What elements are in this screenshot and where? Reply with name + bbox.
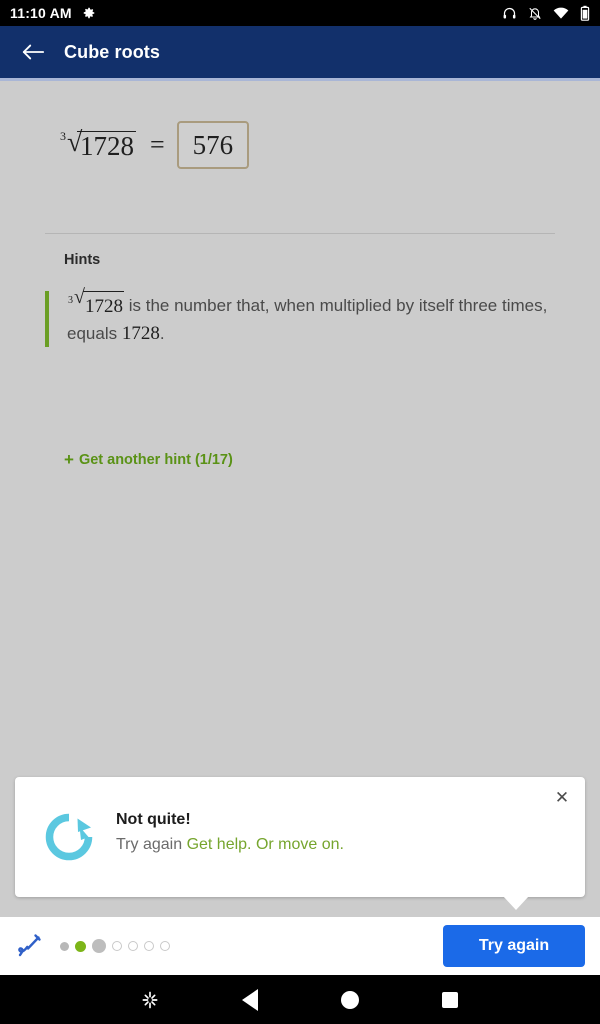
hint-cube-root-expression: 3 √ 1728 [67,287,124,320]
phone-screen: 11:10 AM Cube roots 3 √ 1728 = 576 Hints… [0,0,600,1024]
hint-radical-sign-glyph: √ [74,286,85,308]
feedback-text-group: Not quite! Try again Get help. Or move o… [116,807,344,854]
back-arrow-icon[interactable] [18,37,48,67]
exercise-content: 3 √ 1728 = 576 Hints 3 √ 1728 is the num… [0,81,600,775]
feedback-card: ✕ Not quite! Try again Get help. Or move… [15,777,585,897]
android-navigation-bar [0,975,600,1024]
gear-icon [82,6,96,20]
answer-input[interactable]: 576 [176,121,250,169]
hint-text: 3 √ 1728 is the number that, when multip… [67,287,555,347]
wifi-icon [553,6,569,20]
feedback-subtitle: Try again Get help. Or move on. [116,836,344,854]
home-circle-icon[interactable] [300,990,400,1009]
equals-sign: = [150,130,165,159]
status-bar: 11:10 AM [0,0,600,26]
page-title: Cube roots [64,41,161,62]
section-divider [45,233,555,234]
get-help-link[interactable]: Get help. [187,836,252,853]
close-icon[interactable]: ✕ [549,784,575,810]
progress-dot [128,941,138,951]
status-bar-icons [502,5,590,21]
progress-dot [75,940,86,952]
bottom-toolbar: Try again [0,917,600,975]
problem-expression: 3 √ 1728 = 576 [58,121,250,169]
radical-symbol: 3 √ 1728 [58,126,136,160]
status-bar-clock: 11:10 AM [10,5,72,21]
radical-sign-glyph: √ [67,126,83,158]
try-again-button[interactable]: Try again [443,925,585,967]
battery-icon [580,5,590,21]
recents-square-icon[interactable] [400,991,500,1008]
progress-dot [160,941,170,951]
progress-dot [60,941,69,951]
brightness-asterisk-icon[interactable] [100,990,200,1010]
progress-dot [112,941,122,951]
feedback-card-content: Not quite! Try again Get help. Or move o… [41,807,344,865]
get-another-hint-label: Get another hint (1/17) [78,451,233,468]
feedback-title: Not quite! [116,811,191,828]
radical-index: 3 [60,128,66,143]
hint-period: . [159,324,165,343]
hint-radical-index: 3 [68,295,73,306]
scratchpad-pencil-icon[interactable] [12,928,48,964]
refresh-circular-arrow-icon [41,809,97,865]
progress-dot [144,941,154,951]
bell-off-icon [528,6,542,21]
back-triangle-icon[interactable] [200,988,300,1011]
radicand-value: 1728 [77,130,136,160]
hint-radicand-value: 1728 [83,291,124,320]
progress-dot [92,939,106,953]
move-on-link[interactable]: Or move on. [256,836,344,853]
headphones-icon [502,6,517,21]
hint-card: 3 √ 1728 is the number that, when multip… [45,287,555,347]
cube-root-expression: 3 √ 1728 [58,126,136,160]
plus-icon: + [64,450,74,469]
hints-section-label: Hints [64,252,101,268]
feedback-subtitle-prefix: Try again [116,836,183,853]
feedback-card-tail [503,896,529,910]
app-bar: Cube roots [0,26,600,78]
hint-number: 1728 [121,323,160,344]
get-another-hint-button[interactable]: + Get another hint (1/17) [64,451,233,468]
progress-dots[interactable] [60,939,170,953]
